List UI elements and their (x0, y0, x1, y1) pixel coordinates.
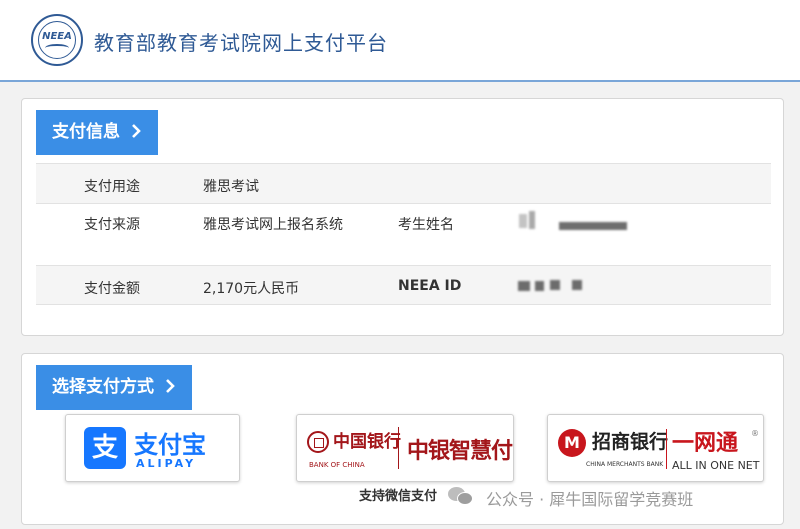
alipay-icon: 支 (84, 427, 126, 469)
watermark-text: 公众号 · 犀牛国际留学竞赛班 (486, 490, 694, 509)
neea-id-label: NEEA ID (398, 278, 462, 294)
purpose-value: 雅思考试 (203, 179, 259, 195)
amount-value: 2,170元人民币 (203, 281, 300, 297)
alipay-name-en: ALIPAY (136, 457, 197, 470)
table-row: 支付来源 雅思考试网上报名系统 考生姓名 (36, 203, 771, 265)
source-value: 雅思考试网上报名系统 (203, 217, 343, 233)
payment-method-list: 支 支付宝 ALIPAY 中国银行 BANK OF CHINA 中银智慧付 招商… (22, 414, 785, 486)
cmb-one-net-button[interactable]: 招商银行 CHINA MERCHANTS BANK 一网通 ALL IN ONE… (547, 414, 764, 482)
payment-info-tab: 支付信息 (36, 110, 158, 155)
cmb-name: 招商银行 (592, 431, 669, 453)
payment-method-tab: 选择支付方式 (36, 365, 192, 410)
cmb-product-name-en: ALL IN ONE NET (672, 459, 760, 472)
logo-text: NEEA (42, 31, 72, 42)
alipay-button[interactable]: 支 支付宝 ALIPAY (65, 414, 240, 482)
cmb-logo-icon (558, 429, 586, 457)
purpose-label: 支付用途 (84, 179, 140, 195)
boc-logo-icon (307, 431, 329, 453)
alipay-name: 支付宝 (134, 431, 206, 459)
chevron-right-icon (126, 122, 142, 142)
table-row: 支付用途 雅思考试 (36, 163, 771, 203)
boc-name-en: BANK OF CHINA (309, 461, 365, 469)
boc-name: 中国银行 (333, 432, 401, 452)
cmb-product-name: 一网通 (672, 431, 739, 456)
payment-info-tab-label: 支付信息 (52, 122, 120, 142)
divider (666, 429, 667, 469)
divider (398, 427, 399, 469)
chevron-right-icon (160, 377, 176, 397)
payment-info-table: 支付用途 雅思考试 支付来源 雅思考试网上报名系统 考生姓名 支付金额 2,17… (36, 163, 771, 305)
registered-mark: ® (751, 429, 759, 438)
page-header: NEEA 教育部教育考试院网上支付平台 (0, 0, 800, 82)
site-title: 教育部教育考试院网上支付平台 (94, 31, 388, 55)
neea-logo: NEEA (31, 14, 83, 66)
amount-label: 支付金额 (84, 281, 140, 297)
boc-product-name: 中银智慧付 (407, 439, 513, 464)
source-label: 支付来源 (84, 217, 140, 233)
candidate-name-label: 考生姓名 (398, 217, 454, 233)
boc-smart-pay-button[interactable]: 中国银行 BANK OF CHINA 中银智慧付 (296, 414, 514, 482)
cmb-name-en: CHINA MERCHANTS BANK (586, 461, 664, 468)
logo-arc-icon (45, 44, 69, 52)
payment-info-panel: 支付信息 支付用途 雅思考试 支付来源 雅思考试网上报名系统 考生姓名 支付金额… (21, 98, 784, 336)
wechat-pay-note: 支持微信支付 (359, 489, 438, 504)
table-row: 支付金额 2,170元人民币 NEEA ID (36, 265, 771, 305)
payment-method-tab-label: 选择支付方式 (52, 377, 154, 397)
wechat-icon (448, 485, 474, 507)
